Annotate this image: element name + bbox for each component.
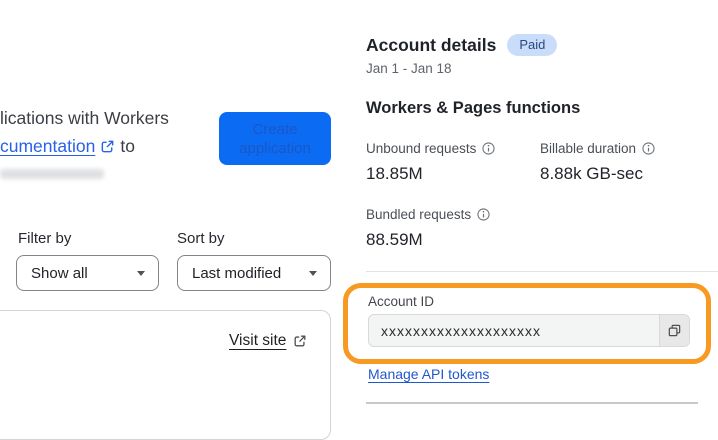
- caret-down-icon: [309, 270, 317, 276]
- date-range: Jan 1 - Jan 18: [366, 61, 452, 76]
- stat-label: Bundled requests: [366, 207, 472, 222]
- create-application-button[interactable]: Create application: [219, 112, 331, 165]
- sort-dropdown[interactable]: Last modified: [177, 255, 331, 291]
- intro-text-after-link: to: [120, 136, 135, 156]
- stat-label: Unbound requests: [366, 141, 477, 156]
- account-id-label: Account ID: [368, 294, 435, 309]
- sort-dropdown-value: Last modified: [192, 264, 282, 282]
- visit-site-row: Visit site: [229, 332, 307, 350]
- manage-api-tokens-link[interactable]: Manage API tokens: [368, 366, 489, 382]
- stat-label: Billable duration: [540, 141, 637, 156]
- stat-value: 8.88k GB-sec: [540, 164, 643, 183]
- stat-billable-duration: Billable duration 8.88k GB-sec: [540, 141, 710, 184]
- caret-down-icon: [137, 270, 145, 276]
- copy-button[interactable]: [659, 315, 689, 346]
- visit-site-link[interactable]: Visit site: [229, 332, 286, 350]
- account-details-header: Account details Paid: [366, 34, 558, 56]
- filter-dropdown-value: Show all: [31, 264, 88, 282]
- filter-dropdown[interactable]: Show all: [16, 255, 159, 291]
- account-id-field: [368, 314, 690, 347]
- account-details-title: Account details: [366, 34, 497, 55]
- project-card: [0, 310, 331, 440]
- bottom-divider: [366, 402, 698, 404]
- faded-text-artifact: [0, 169, 104, 179]
- info-icon[interactable]: [642, 142, 655, 155]
- sort-by-label: Sort by: [177, 230, 225, 247]
- intro-text-line1: lications with Workers: [0, 108, 169, 128]
- stat-value: 18.85M: [366, 164, 423, 183]
- functions-section-title: Workers & Pages functions: [366, 99, 581, 117]
- plan-badge: Paid: [507, 34, 558, 56]
- external-link-icon: [293, 334, 307, 348]
- external-link-icon: [100, 139, 115, 154]
- info-icon[interactable]: [477, 208, 490, 221]
- section-divider: [366, 271, 718, 272]
- copy-icon: [667, 323, 682, 338]
- stat-bundled-requests: Bundled requests 88.59M: [366, 207, 536, 250]
- account-id-input[interactable]: [369, 315, 659, 346]
- info-icon[interactable]: [482, 142, 495, 155]
- documentation-link[interactable]: cumentation: [0, 136, 95, 157]
- intro-text-line2: cumentation to: [0, 136, 135, 157]
- stat-unbound-requests: Unbound requests 18.85M: [366, 141, 536, 184]
- filter-by-label: Filter by: [18, 230, 72, 247]
- stat-value: 88.59M: [366, 230, 423, 249]
